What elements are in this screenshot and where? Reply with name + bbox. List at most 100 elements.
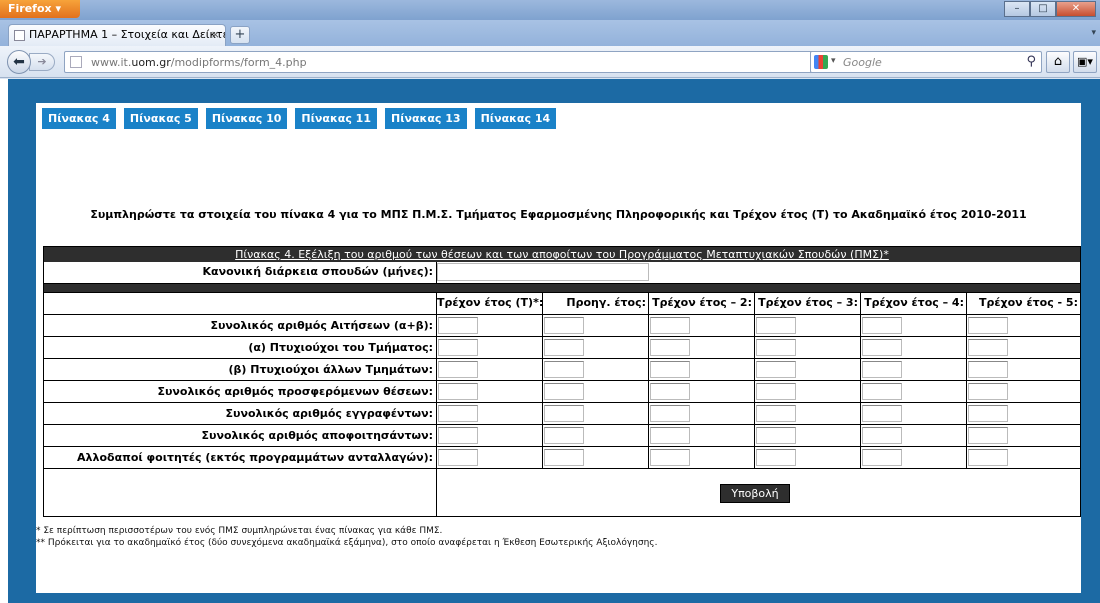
year-cell [437, 381, 543, 402]
value-input[interactable] [862, 427, 902, 444]
value-input[interactable] [438, 427, 478, 444]
search-icon[interactable]: ⚲ [1026, 54, 1036, 69]
year-cell [967, 403, 1080, 424]
value-input[interactable] [756, 449, 796, 466]
value-input[interactable] [650, 449, 690, 466]
value-input[interactable] [756, 317, 796, 334]
duration-input[interactable] [437, 263, 649, 281]
tab-pinakas-13[interactable]: Πίνακας 13 [385, 108, 467, 129]
value-input[interactable] [756, 339, 796, 356]
tab-pinakas-14[interactable]: Πίνακας 14 [474, 108, 557, 129]
submit-area: Υποβολή [437, 469, 1080, 516]
close-icon[interactable]: ✕ [1056, 1, 1096, 17]
year-header-label: Τρέχον έτος – 3: [758, 296, 858, 309]
section-divider [44, 284, 1080, 293]
tab-pinakas-5[interactable]: Πίνακας 5 [123, 108, 198, 129]
value-input[interactable] [756, 383, 796, 400]
search-bar[interactable]: ▾ Google ⚲ [810, 51, 1042, 73]
value-input[interactable] [438, 361, 478, 378]
year-cell [437, 425, 543, 446]
value-input[interactable] [756, 427, 796, 444]
value-input[interactable] [968, 427, 1008, 444]
submit-button[interactable]: Υποβολή [720, 484, 790, 503]
year-cell [755, 337, 861, 358]
value-input[interactable] [544, 449, 584, 466]
value-input[interactable] [968, 405, 1008, 422]
value-input[interactable] [650, 405, 690, 422]
year-cell [967, 425, 1080, 446]
value-input[interactable] [862, 449, 902, 466]
row-label: (α) Πτυχιούχοι του Τμήματος: [44, 337, 437, 358]
engine-dropdown-icon[interactable]: ▾ [831, 56, 836, 66]
value-input[interactable] [544, 383, 584, 400]
year-cell [967, 315, 1080, 336]
forward-button[interactable]: ➔ [29, 53, 55, 71]
bookmarks-icon: ▣▾ [1077, 55, 1093, 68]
new-tab-button[interactable]: + [230, 26, 250, 44]
value-input[interactable] [862, 361, 902, 378]
sidebar-gap [0, 79, 8, 603]
tab-strip: ΠΑΡΑΡΤΗΜΑ 1 – Στοιχεία και Δείκτες τ... … [0, 20, 1100, 46]
value-input[interactable] [650, 317, 690, 334]
value-input[interactable] [438, 449, 478, 466]
year-header-label: Τρέχον έτος - 5: [979, 296, 1078, 309]
tab-list-icon[interactable]: ▾ [1091, 28, 1096, 38]
maximize-icon[interactable]: □ [1030, 1, 1056, 17]
value-input[interactable] [650, 339, 690, 356]
value-input[interactable] [862, 405, 902, 422]
url-bar[interactable]: www.it.uom.gr/modipforms/form_4.php ☆ ▿ … [64, 51, 862, 73]
value-input[interactable] [862, 317, 902, 334]
browser-tab[interactable]: ΠΑΡΑΡΤΗΜΑ 1 – Στοιχεία και Δείκτες τ... … [8, 24, 226, 46]
value-input[interactable] [968, 339, 1008, 356]
year-header-previous: Προηγ. έτος: [543, 293, 649, 314]
tab-pinakas-4[interactable]: Πίνακας 4 [42, 108, 116, 129]
value-input[interactable] [968, 317, 1008, 334]
tab-pinakas-10[interactable]: Πίνακας 10 [205, 108, 288, 129]
value-input[interactable] [650, 383, 690, 400]
value-input[interactable] [968, 383, 1008, 400]
firefox-menu-button[interactable]: Firefox ▾ [0, 0, 80, 18]
value-input[interactable] [650, 427, 690, 444]
value-input[interactable] [968, 449, 1008, 466]
url-text: www.it.uom.gr/modipforms/form_4.php [91, 56, 307, 69]
value-input[interactable] [756, 405, 796, 422]
value-input[interactable] [650, 361, 690, 378]
value-input[interactable] [544, 361, 584, 378]
bookmarks-menu-button[interactable]: ▣▾ [1073, 51, 1097, 73]
table-tabs: Πίνακας 4 Πίνακας 5 Πίνακας 10 Πίνακας 1… [42, 108, 557, 129]
value-input[interactable] [438, 405, 478, 422]
value-input[interactable] [862, 383, 902, 400]
tab-pinakas-11[interactable]: Πίνακας 11 [295, 108, 377, 129]
year-cell [543, 315, 649, 336]
year-cell [755, 359, 861, 380]
home-button[interactable]: ⌂ [1046, 51, 1070, 73]
value-input[interactable] [438, 317, 478, 334]
year-cell [967, 337, 1080, 358]
table-row: (β) Πτυχιούχοι άλλων Τμημάτων: [44, 359, 1080, 381]
footnote-2: ** Πρόκειται για το ακαδημαϊκό έτος (δύο… [36, 538, 658, 548]
back-forward-group: ➔ ⬅ [7, 50, 61, 74]
value-input[interactable] [544, 405, 584, 422]
google-engine-icon[interactable] [814, 55, 828, 69]
year-cell [967, 381, 1080, 402]
year-cell [861, 337, 967, 358]
year-cell [861, 381, 967, 402]
year-header-minus-4: Τρέχον έτος – 4: [861, 293, 967, 314]
page-favicon-icon [14, 30, 25, 41]
form-page: Πίνακας 4 Πίνακας 5 Πίνακας 10 Πίνακας 1… [36, 103, 1081, 593]
value-input[interactable] [968, 361, 1008, 378]
back-button[interactable]: ⬅ [7, 50, 31, 74]
value-input[interactable] [438, 339, 478, 356]
value-input[interactable] [544, 317, 584, 334]
value-input[interactable] [756, 361, 796, 378]
row-label: Συνολικός αριθμός εγγραφέντων: [44, 403, 437, 424]
value-input[interactable] [862, 339, 902, 356]
minimize-icon[interactable]: – [1004, 1, 1030, 17]
year-header-label: Προηγ. έτος: [566, 296, 646, 309]
value-input[interactable] [544, 427, 584, 444]
tab-close-icon[interactable]: × [211, 28, 220, 41]
value-input[interactable] [438, 383, 478, 400]
year-cell [967, 359, 1080, 380]
site-identity-icon[interactable] [70, 56, 82, 68]
value-input[interactable] [544, 339, 584, 356]
